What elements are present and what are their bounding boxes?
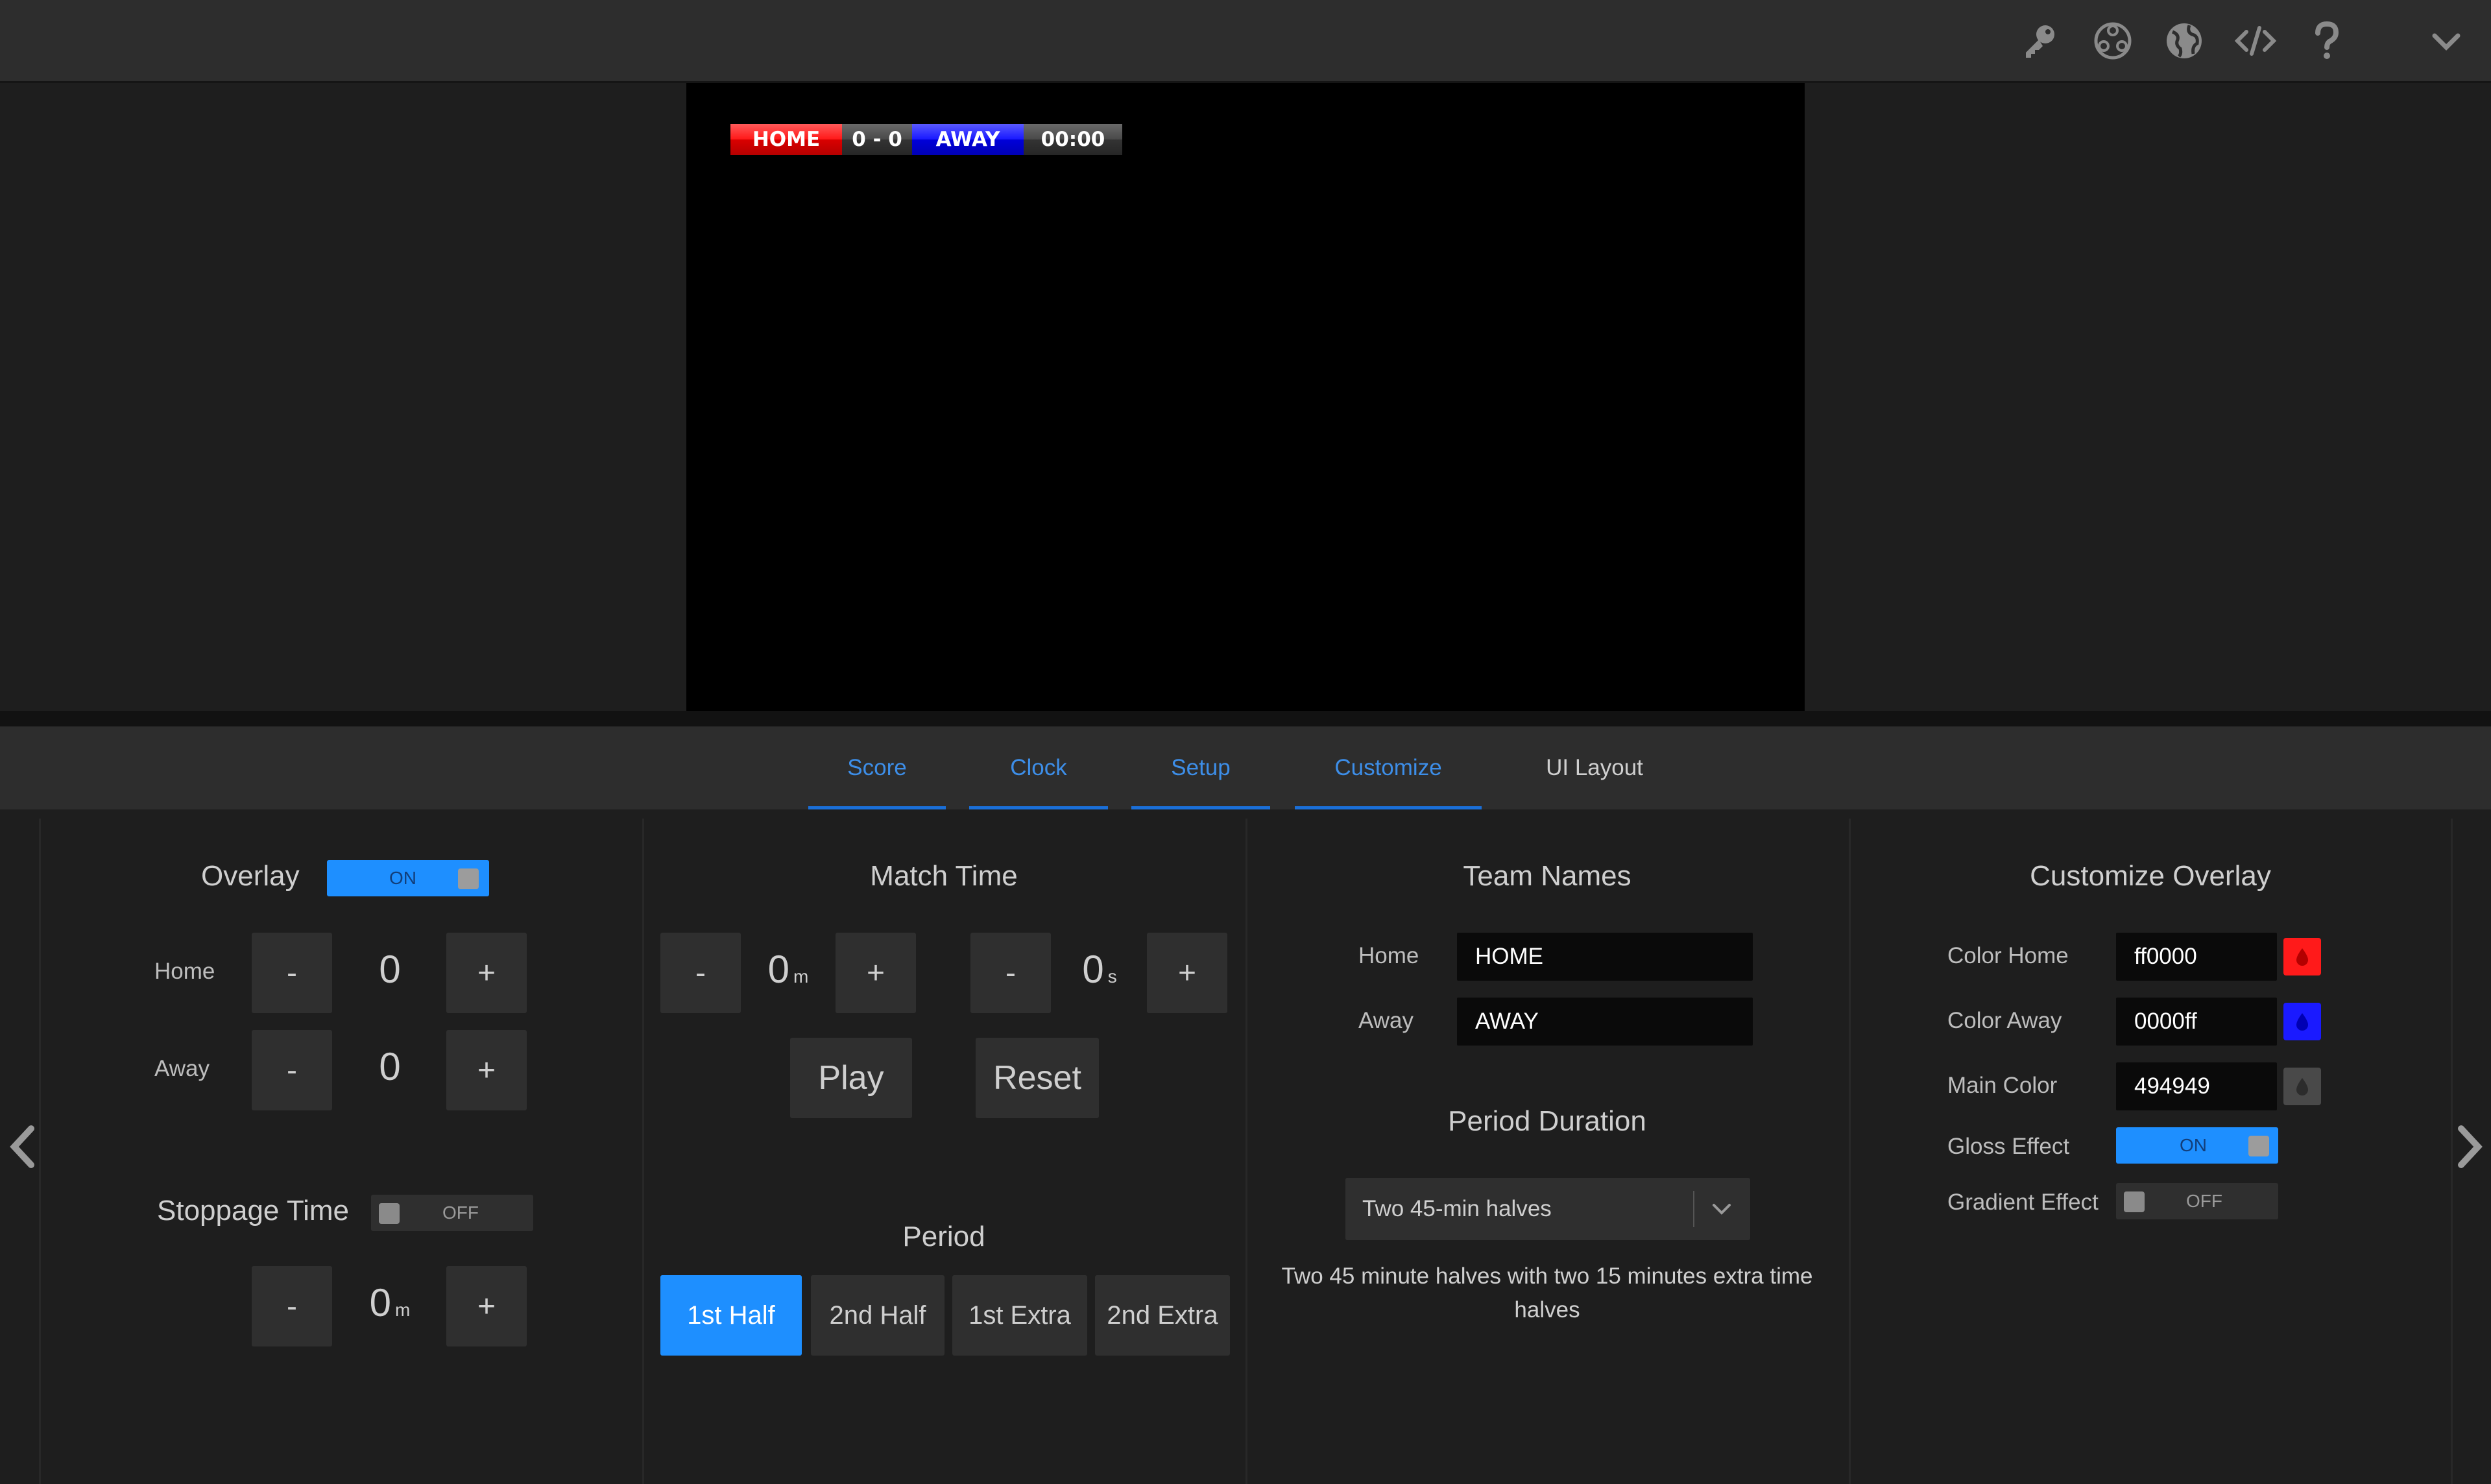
- scoreboard-overlay: HOME 0 - 0 AWAY 00:00: [730, 124, 1122, 155]
- away-plus-button[interactable]: +: [446, 1030, 527, 1110]
- team-names-title: Team Names: [1463, 860, 1631, 892]
- tab-score[interactable]: Score: [808, 726, 946, 809]
- period-1st-extra-button[interactable]: 1st Extra: [952, 1275, 1087, 1356]
- chevron-left-icon[interactable]: [3, 1121, 42, 1173]
- overlay-clock: 00:00: [1024, 124, 1122, 155]
- description-line: halves: [1514, 1297, 1580, 1322]
- color-home-picker[interactable]: [2283, 938, 2321, 975]
- period-1st-half-button[interactable]: 1st Half: [660, 1275, 802, 1356]
- control-panels: Overlay ON Home - 0 + Away - 0 + Stoppag…: [0, 809, 2491, 1484]
- stoppage-plus-button[interactable]: +: [446, 1266, 527, 1346]
- toggle-knob: [458, 868, 479, 889]
- tab-clock[interactable]: Clock: [969, 726, 1108, 809]
- reset-button[interactable]: Reset: [976, 1038, 1099, 1118]
- select-value: Two 45-min halves: [1362, 1196, 1552, 1221]
- stoppage-minus-button[interactable]: -: [252, 1266, 332, 1346]
- chevron-down-icon: [1713, 1204, 1731, 1215]
- color-home-input[interactable]: ff0000: [2116, 933, 2277, 981]
- code-icon[interactable]: [2233, 18, 2278, 64]
- color-home-label: Color Home: [1947, 943, 2069, 968]
- seconds-minus-button[interactable]: -: [970, 933, 1051, 1013]
- droplet-icon: [2296, 1013, 2308, 1031]
- minutes-plus-button[interactable]: +: [836, 933, 916, 1013]
- tab-bar: Score Clock Setup Customize UI Layout: [0, 726, 2491, 809]
- obs-icon[interactable]: [2090, 18, 2136, 64]
- overlay-label: Overlay: [201, 860, 300, 892]
- home-score-value: 0: [379, 948, 401, 991]
- gloss-effect-label: Gloss Effect: [1947, 1134, 2070, 1159]
- period-title: Period: [902, 1221, 985, 1252]
- home-name-label: Home: [1358, 943, 1419, 968]
- color-away-label: Color Away: [1947, 1008, 2062, 1033]
- minutes-value: 0m: [767, 948, 809, 991]
- stoppage-value: 0m: [369, 1281, 411, 1324]
- period-duration-title: Period Duration: [1448, 1105, 1646, 1137]
- overlay-home-name: HOME: [730, 124, 842, 155]
- away-score-label: Away: [154, 1056, 210, 1081]
- toggle-knob: [2124, 1191, 2145, 1212]
- stoppage-toggle[interactable]: OFF: [371, 1195, 533, 1231]
- column-separator: [642, 819, 644, 1484]
- gradient-effect-label: Gradient Effect: [1947, 1190, 2099, 1215]
- divider: [0, 711, 2491, 726]
- away-name-label: Away: [1358, 1008, 1414, 1033]
- home-name-input[interactable]: HOME: [1457, 933, 1753, 981]
- match-time-title: Match Time: [870, 860, 1018, 892]
- tab-ui-layout[interactable]: UI Layout: [1502, 726, 1687, 809]
- period-2nd-half-button[interactable]: 2nd Half: [811, 1275, 945, 1356]
- toggle-knob: [2248, 1136, 2269, 1156]
- column-separator: [1246, 819, 1247, 1484]
- toggle-state: ON: [389, 868, 416, 888]
- period-2nd-extra-button[interactable]: 2nd Extra: [1095, 1275, 1230, 1356]
- top-toolbar: [0, 0, 2491, 83]
- away-name-input[interactable]: AWAY: [1457, 998, 1753, 1046]
- color-away-picker[interactable]: [2283, 1003, 2321, 1040]
- main-color-label: Main Color: [1947, 1073, 2058, 1098]
- tab-customize[interactable]: Customize: [1295, 726, 1482, 809]
- color-away-input[interactable]: 0000ff: [2116, 998, 2277, 1046]
- stoppage-time-label: Stoppage Time: [157, 1195, 349, 1227]
- overlay-score: 0 - 0: [842, 124, 912, 155]
- chevron-right-icon[interactable]: [2451, 1121, 2490, 1173]
- overlay-preview: HOME 0 - 0 AWAY 00:00: [686, 83, 1805, 711]
- seconds-plus-button[interactable]: +: [1147, 933, 1227, 1013]
- key-icon[interactable]: [2017, 18, 2063, 64]
- chevron-down-icon[interactable]: [2424, 18, 2469, 64]
- overlay-toggle[interactable]: ON: [327, 860, 489, 896]
- preview-area: HOME 0 - 0 AWAY 00:00: [0, 83, 2491, 711]
- select-separator: [1693, 1191, 1694, 1227]
- tab-setup[interactable]: Setup: [1131, 726, 1270, 809]
- minutes-minus-button[interactable]: -: [660, 933, 741, 1013]
- seconds-value: 0s: [1082, 948, 1117, 991]
- period-duration-select[interactable]: Two 45-min halves: [1345, 1178, 1750, 1240]
- overlay-away-name: AWAY: [912, 124, 1024, 155]
- customize-overlay-title: Customize Overlay: [2030, 860, 2271, 892]
- globe-icon[interactable]: [2161, 18, 2207, 64]
- home-plus-button[interactable]: +: [446, 933, 527, 1013]
- gloss-effect-toggle[interactable]: ON: [2116, 1127, 2278, 1164]
- droplet-icon: [2296, 1078, 2308, 1095]
- play-button[interactable]: Play: [790, 1038, 912, 1118]
- toggle-state: ON: [2180, 1135, 2207, 1155]
- description-line: Two 45 minute halves with two 15 minutes…: [1281, 1263, 1813, 1289]
- home-minus-button[interactable]: -: [252, 933, 332, 1013]
- toggle-state: OFF: [2186, 1191, 2222, 1211]
- column-separator: [1849, 819, 1851, 1484]
- droplet-icon: [2296, 948, 2308, 966]
- period-duration-description: Two 45 minute halves with two 15 minutes…: [1252, 1260, 1842, 1327]
- help-icon[interactable]: [2304, 18, 2350, 64]
- away-minus-button[interactable]: -: [252, 1030, 332, 1110]
- main-color-picker[interactable]: [2283, 1068, 2321, 1105]
- main-color-input[interactable]: 494949: [2116, 1062, 2277, 1110]
- home-score-label: Home: [154, 959, 215, 984]
- toggle-state: OFF: [442, 1203, 479, 1223]
- away-score-value: 0: [379, 1045, 401, 1088]
- gradient-effect-toggle[interactable]: OFF: [2116, 1183, 2278, 1219]
- toggle-knob: [379, 1203, 400, 1224]
